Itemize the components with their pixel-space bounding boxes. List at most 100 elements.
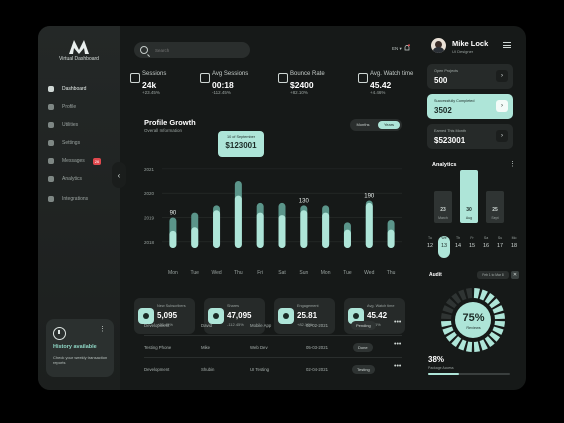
analytics-bar[interactable]: 25 Sept xyxy=(486,191,504,223)
table-row[interactable]: Development David Mobile App 02-02-2021 … xyxy=(144,319,402,332)
day-name: Su xyxy=(497,236,503,240)
nav-label: Settings xyxy=(62,140,81,146)
nav-item-profile[interactable]: Profile xyxy=(48,100,76,114)
card-label: Avg. Watch time xyxy=(367,304,395,308)
card-value: 47,095 xyxy=(227,311,252,320)
data-label: 190 xyxy=(364,193,375,199)
bar-lower[interactable] xyxy=(343,229,351,248)
y-tick-label: 2020 xyxy=(144,191,155,196)
day-name: Tu xyxy=(428,236,432,240)
table-row[interactable]: Testing Phone Mike Web Dev 05-03-2021 Do… xyxy=(144,341,402,354)
close-icon[interactable]: ✕ xyxy=(511,271,519,279)
rcard-completed[interactable]: Successfully Completed 3502 › xyxy=(427,94,513,119)
arrow-right-icon[interactable]: › xyxy=(496,130,508,142)
calendar-day-selected[interactable]: We 13 xyxy=(438,236,450,258)
logo[interactable]: Virtual Dashboard xyxy=(38,40,120,62)
watch-icon xyxy=(358,73,368,83)
status-badge: Done xyxy=(353,343,373,352)
nav-item-utilities[interactable]: Utilities xyxy=(48,118,78,132)
search-input[interactable] xyxy=(153,46,247,54)
bar-lower[interactable] xyxy=(278,215,286,248)
donut-value: 75% xyxy=(462,312,485,324)
analytics-bar[interactable]: 30 Aug xyxy=(460,170,478,223)
language-selector[interactable]: EN ▾ xyxy=(392,46,402,52)
nav-label: Profile xyxy=(62,104,77,110)
table-cell: 02-02-2021 xyxy=(306,323,328,328)
language-label: EN xyxy=(392,46,399,51)
bar-lower[interactable] xyxy=(365,202,373,248)
more-icon[interactable]: ••• xyxy=(394,341,401,348)
day-number: 13 xyxy=(440,243,448,249)
search-icon xyxy=(140,46,148,54)
calendar-day[interactable]: Su 17 xyxy=(494,236,506,249)
more-icon[interactable]: ⋮ xyxy=(99,325,106,333)
bar-lower[interactable] xyxy=(169,230,177,248)
logo-icon xyxy=(69,40,89,54)
calendar-day[interactable]: Sa 16 xyxy=(480,236,492,249)
bar-label: Aug xyxy=(465,216,473,220)
y-tick-label: 2018 xyxy=(144,240,155,245)
rcard-value: 500 xyxy=(434,76,448,85)
chevron-left-icon: ‹ xyxy=(117,170,121,180)
monitor-icon xyxy=(200,73,210,83)
stat-value: 24k xyxy=(142,80,157,90)
arrow-right-icon[interactable]: › xyxy=(496,70,508,82)
bar-lower[interactable] xyxy=(300,210,308,248)
nav-item-dashboard[interactable]: Dashboard xyxy=(48,82,86,96)
toggle-months[interactable]: Months xyxy=(352,121,374,129)
stat-label: Avg Sessions xyxy=(212,71,249,77)
tooltip-value: $123001 xyxy=(225,141,257,150)
chart-icon xyxy=(48,176,54,182)
bar-lower[interactable] xyxy=(213,210,221,248)
bar-lower[interactable] xyxy=(256,212,264,248)
calendar-day[interactable]: Tu 12 xyxy=(424,236,436,249)
table-cell: Web Dev xyxy=(250,345,268,350)
calendar-day[interactable]: Th 14 xyxy=(452,236,464,249)
toggle-years[interactable]: Years xyxy=(378,121,400,129)
search-bar[interactable] xyxy=(134,42,250,58)
growth-subtitle: Overall Information xyxy=(144,128,183,133)
plug-icon xyxy=(48,196,54,202)
avatar[interactable] xyxy=(431,38,446,53)
brand-name: Virtual Dashboard xyxy=(59,56,99,62)
bar-lower[interactable] xyxy=(322,212,330,248)
nav-item-analytics[interactable]: Analytics xyxy=(48,172,82,186)
menu-icon[interactable] xyxy=(503,42,511,48)
bar-lower[interactable] xyxy=(387,229,395,248)
analytics-bar[interactable]: 23 March xyxy=(434,191,452,223)
stat-label: Sessions xyxy=(142,71,167,77)
audit-title: Audit xyxy=(429,272,442,278)
bar-label: Sept xyxy=(491,216,499,220)
arrow-right-icon[interactable]: › xyxy=(496,100,508,112)
nav-label: Messages xyxy=(62,158,85,164)
nav-item-messages[interactable]: Messages 26 xyxy=(48,154,102,168)
calendar-day[interactable]: Fr 15 xyxy=(466,236,478,249)
bar-lower[interactable] xyxy=(191,227,199,248)
stat-change: -112.45% xyxy=(212,90,231,95)
history-card[interactable]: ⋮ History available Check your weekly tr… xyxy=(46,319,114,377)
table-cell: Testing Phone xyxy=(144,345,172,350)
bell-icon[interactable] xyxy=(404,44,410,52)
rcard-earned[interactable]: Earned This Month $523001 › xyxy=(427,124,513,149)
table-row[interactable]: Development Shubin UI Testing 02-04-2021… xyxy=(144,363,402,376)
x-tick-label: Thu xyxy=(387,270,396,276)
progress-value: 38% xyxy=(428,355,445,364)
date-range-chip[interactable]: Feb 1 to Mar 8 xyxy=(477,271,509,279)
growth-title: Profile Growth xyxy=(144,118,196,127)
bar-lower[interactable] xyxy=(234,195,242,248)
more-icon[interactable]: ••• xyxy=(394,363,401,370)
divider xyxy=(144,335,402,336)
nav-item-settings[interactable]: Settings xyxy=(48,136,80,150)
more-icon[interactable]: ⋮ xyxy=(509,160,516,168)
progress-label: Package Access xyxy=(428,366,454,370)
period-toggle[interactable]: Months Years xyxy=(350,119,402,131)
progress-fill xyxy=(428,373,460,375)
rcard-open-projects[interactable]: Open Projects 500 › xyxy=(427,64,513,89)
calendar-day[interactable]: Mo 18 xyxy=(508,236,520,249)
messages-badge: 26 xyxy=(92,157,102,165)
status-badge: Testing xyxy=(352,365,375,374)
more-icon[interactable]: ••• xyxy=(394,319,401,326)
app-frame: Virtual Dashboard Dashboard Profile Util… xyxy=(38,26,526,390)
donut-segment xyxy=(465,341,473,352)
nav-item-integrations[interactable]: Integrations xyxy=(48,192,88,206)
